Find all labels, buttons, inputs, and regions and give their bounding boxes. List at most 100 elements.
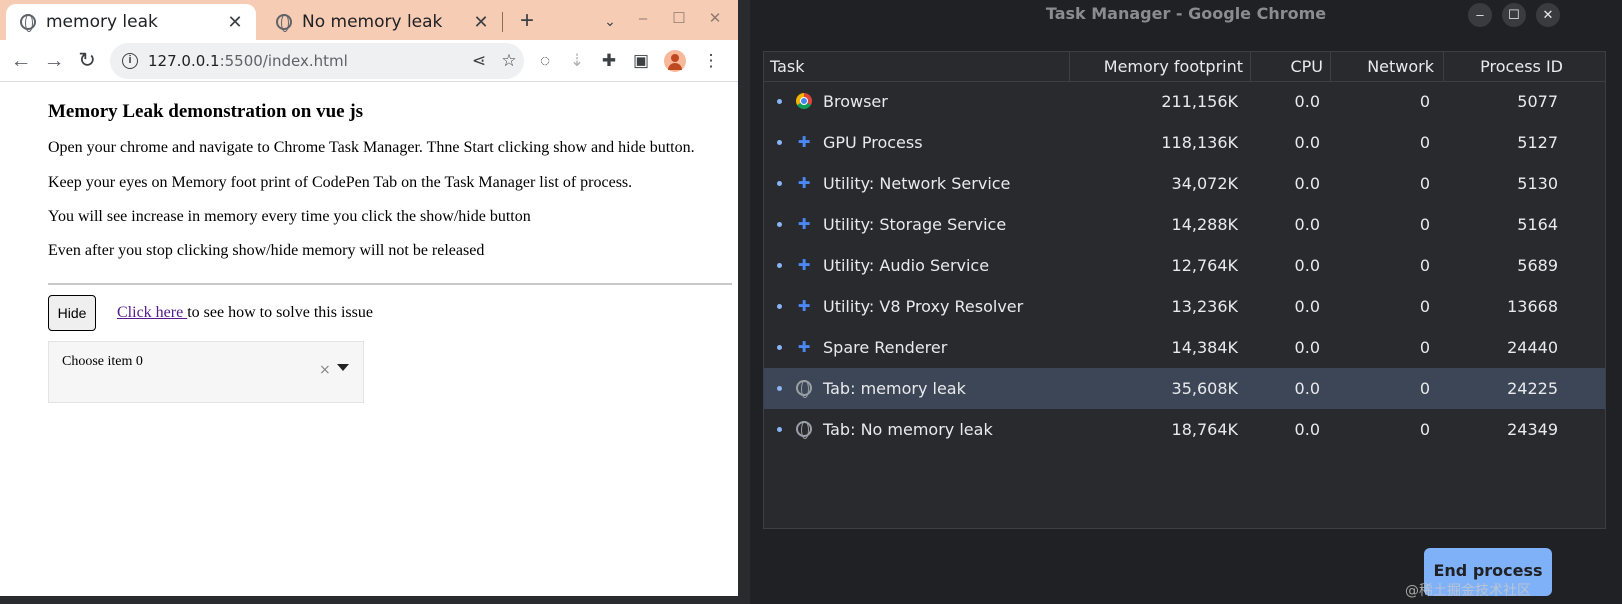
cpu-value: 0.0 [1294,133,1320,152]
tab-search-button[interactable]: ⌄ [598,6,622,36]
globe-icon [796,380,812,398]
cpu-value: 0.0 [1294,174,1320,193]
back-button[interactable]: ← [6,46,36,76]
column-header-task[interactable]: Task [770,52,805,82]
table-row[interactable]: ✚ Utility: Storage Service 14,288K 0.0 0 5164 [764,204,1605,245]
tab-strip: memory leak ✕ No memory leak ✕ + ⌄ – ☐ ✕ [0,0,738,40]
solution-link-line: Click here to see how to solve this issu… [117,304,373,322]
table-row[interactable]: ✚ Utility: V8 Proxy Resolver 13,236K 0.0 0 13… [764,286,1605,327]
table-row[interactable]: Tab: memory leak 35,608K 0.0 0 24225 [764,368,1605,409]
maximize-button[interactable]: ☐ [1502,3,1526,27]
site-info-icon[interactable]: i [122,53,138,69]
process-id-value: 5077 [1517,92,1558,111]
table-header: Task Memory footprint CPU Network Proces… [764,52,1605,82]
cpu-value: 0.0 [1294,256,1320,275]
close-window-button[interactable]: ✕ [702,4,728,34]
cpu-value: 0.0 [1294,420,1320,439]
process-id-value: 5689 [1517,256,1558,275]
memory-value: 13,236K [1171,297,1238,316]
cpu-value: 0.0 [1294,215,1320,234]
share-icon[interactable]: ⋖ [464,51,494,71]
desktop: memory leak ✕ No memory leak ✕ + ⌄ – ☐ ✕… [0,0,1622,604]
task-name: GPU Process [823,133,923,152]
cpu-value: 0.0 [1294,338,1320,357]
row-bullet-icon [777,427,782,432]
chrome-icon [796,93,812,109]
puzzle-icon[interactable]: ✚ [594,46,624,76]
caret-down-icon[interactable] [337,364,349,371]
address-bar[interactable]: i 127.0.0.1:5500/index.html ⋖ ☆ [110,43,524,79]
minimize-button[interactable]: – [630,4,656,34]
hide-button[interactable]: Hide [48,295,96,331]
table-row[interactable]: ✚ Utility: Network Service 34,072K 0.0 0 5130 [764,163,1605,204]
page-title: Memory Leak demonstration on vue js [48,101,364,122]
task-manager-window: Task Manager - Google Chrome – ☐ ✕ Task … [750,0,1622,604]
memory-value: 14,288K [1171,215,1238,234]
globe-icon [20,14,36,32]
close-tab-button[interactable]: ✕ [468,12,494,33]
maximize-button[interactable]: ☐ [666,4,692,34]
network-value: 0 [1419,256,1430,275]
row-bullet-icon [777,386,782,391]
puzzle-icon: ✚ [797,338,811,356]
table-row[interactable]: ✚ Utility: Audio Service 12,764K 0.0 0 5689 [764,245,1605,286]
puzzle-icon: ✚ [797,256,811,274]
profile-download-icon[interactable]: ⇣ [562,46,592,76]
table-row[interactable]: Tab: No memory leak 18,764K 0.0 0 24349 [764,409,1605,450]
clear-selection-icon[interactable]: × [319,362,331,378]
column-header-network[interactable]: Network [1330,52,1443,82]
puzzle-icon: ✚ [797,215,811,233]
side-panel-icon[interactable]: ▣ [626,46,656,76]
globe-icon [276,14,292,32]
process-id-value: 24349 [1507,420,1558,439]
page-content: Memory Leak demonstration on vue js Open… [0,83,738,596]
instruction-paragraph: Open your chrome and navigate to Chrome … [48,139,695,156]
network-value: 0 [1419,133,1430,152]
table-row[interactable]: Browser 211,156K 0.0 0 5077 [764,81,1605,122]
item-select[interactable]: Choose item 0 × [48,341,364,403]
process-id-value: 5130 [1517,174,1558,193]
tab-memory-leak[interactable]: memory leak ✕ [6,4,256,40]
network-value: 0 [1419,379,1430,398]
tab-separator [502,12,503,32]
row-bullet-icon [777,345,782,350]
new-tab-button[interactable]: + [512,6,542,36]
avatar[interactable] [664,50,686,72]
column-header-cpu[interactable]: CPU [1250,52,1330,82]
network-value: 0 [1419,92,1430,111]
puzzle-icon: ✚ [797,297,811,315]
column-header-memory[interactable]: Memory footprint [1069,52,1250,82]
reload-button[interactable]: ↻ [72,46,102,76]
bookmark-star-icon[interactable]: ☆ [494,51,524,71]
browser-window: memory leak ✕ No memory leak ✕ + ⌄ – ☐ ✕… [0,0,738,596]
puzzle-icon: ✚ [797,133,811,151]
memory-value: 34,072K [1171,174,1238,193]
memory-value: 35,608K [1171,379,1238,398]
menu-icon[interactable]: ⋮ [696,46,726,76]
table-row[interactable]: ✚ Spare Renderer 14,384K 0.0 0 24440 [764,327,1605,368]
row-bullet-icon [777,263,782,268]
tab-no-memory-leak[interactable]: No memory leak ✕ [262,4,502,40]
url-text[interactable]: 127.0.0.1:5500/index.html [148,52,464,70]
process-id-value: 24440 [1507,338,1558,357]
solution-link-text: to see how to solve this issue [187,304,373,321]
forward-button[interactable]: → [39,46,69,76]
table-row[interactable]: ✚ GPU Process 118,136K 0.0 0 5127 [764,122,1605,163]
row-bullet-icon [777,140,782,145]
task-name: Utility: Audio Service [823,256,990,275]
close-window-button[interactable]: ✕ [1536,3,1560,27]
click-here-link[interactable]: Click here [117,304,187,321]
task-name: Tab: memory leak [823,379,966,398]
minimize-button[interactable]: – [1468,3,1492,27]
close-tab-button[interactable]: ✕ [222,12,248,33]
column-header-process-id[interactable]: Process ID [1443,52,1570,82]
extension-icon[interactable]: ◌ [530,46,560,76]
row-bullet-icon [777,222,782,227]
cpu-value: 0.0 [1294,297,1320,316]
memory-value: 14,384K [1171,338,1238,357]
process-table: Task Memory footprint CPU Network Proces… [763,51,1606,529]
row-bullet-icon [777,181,782,186]
network-value: 0 [1419,174,1430,193]
task-name: Spare Renderer [823,338,948,357]
row-bullet-icon [777,99,782,104]
